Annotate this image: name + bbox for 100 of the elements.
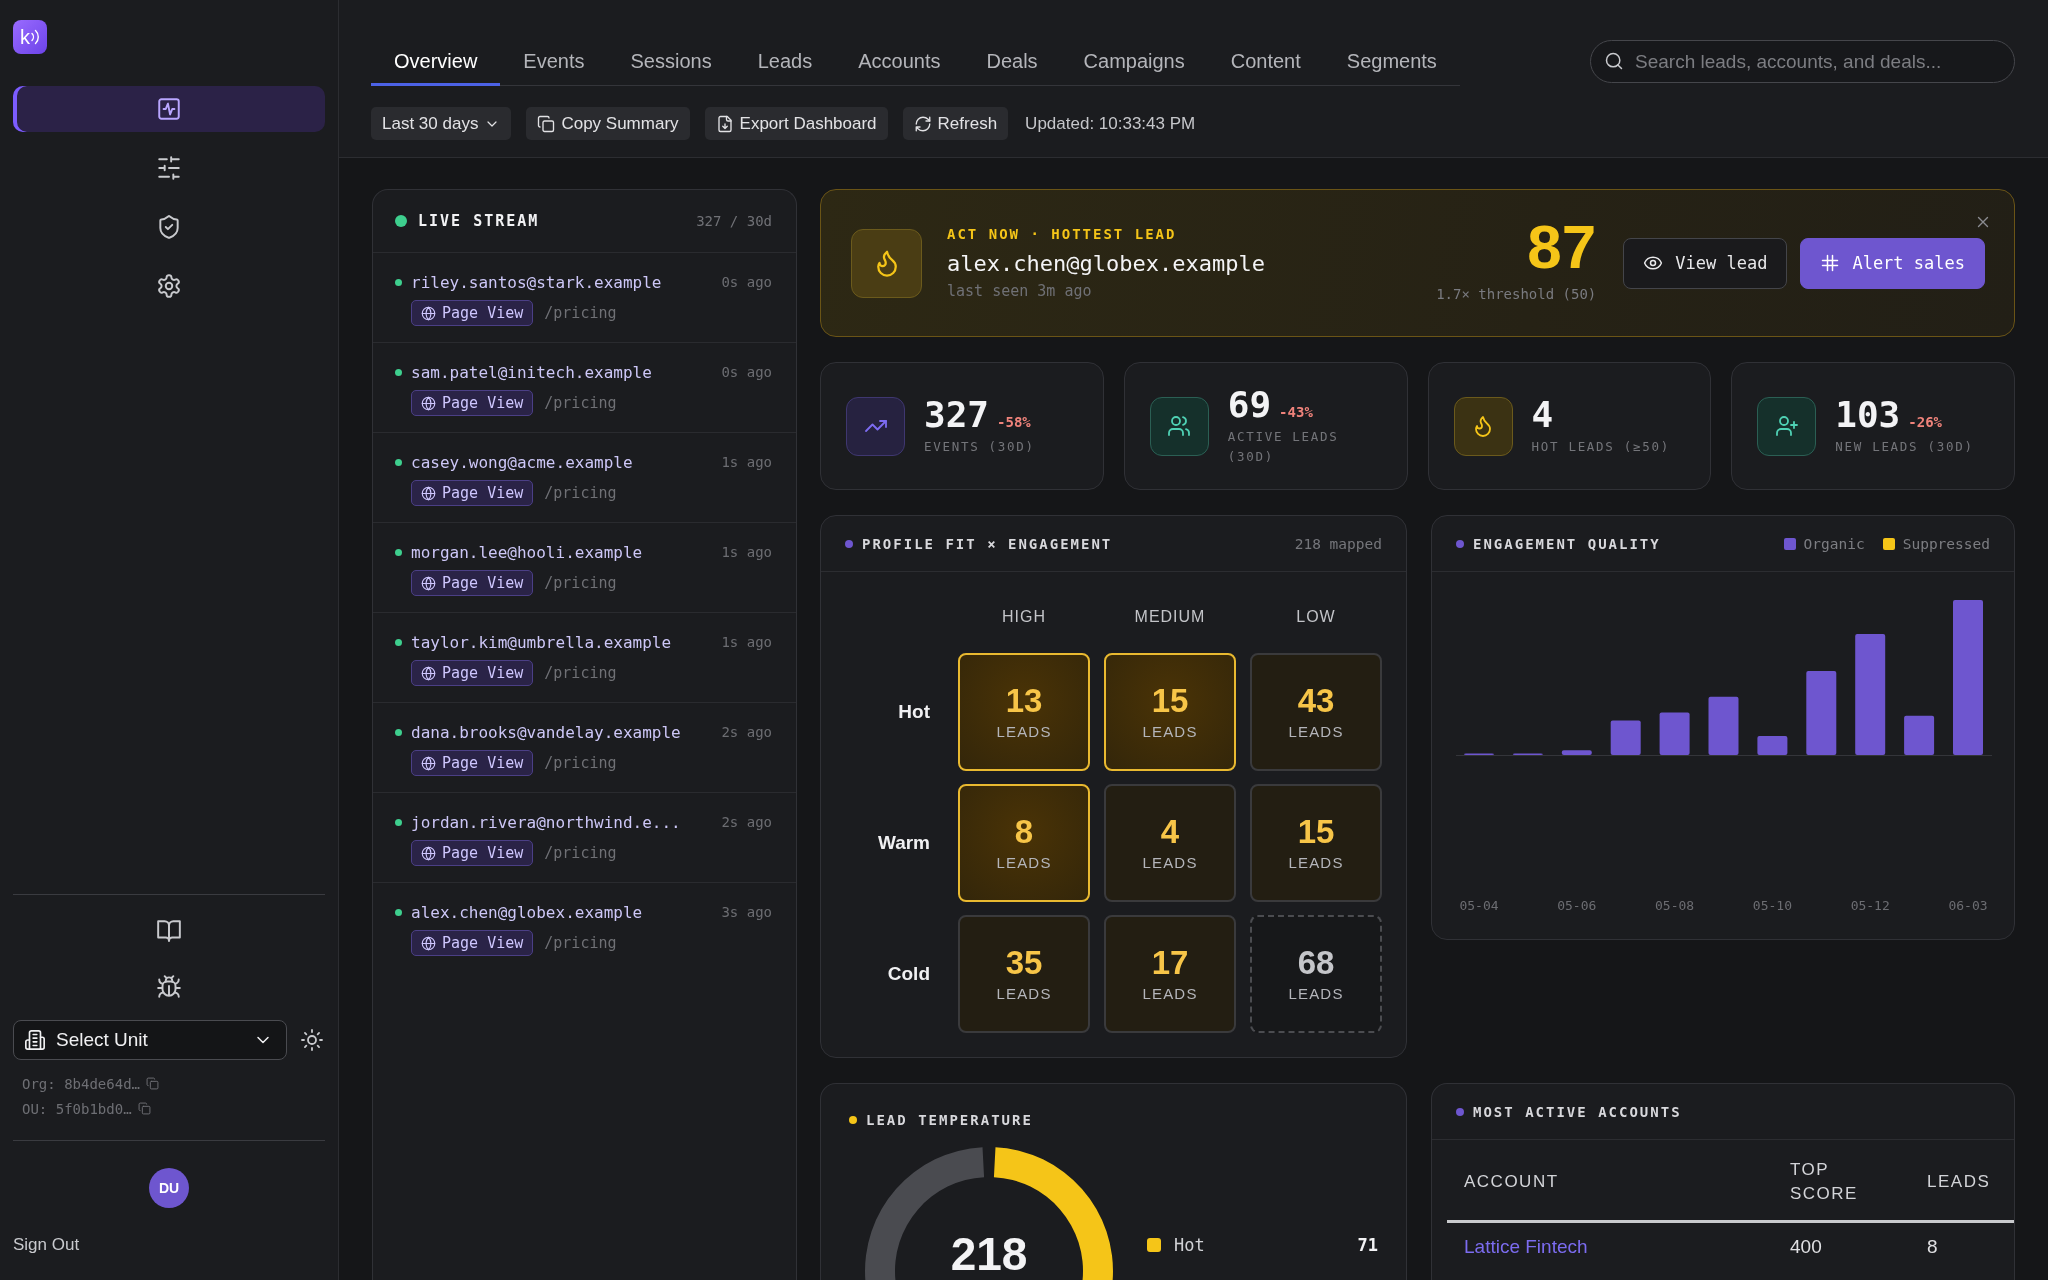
matrix-cell[interactable]: 17 LEADS: [1104, 915, 1236, 1033]
page-path: /pricing: [544, 754, 617, 772]
legend-value: 71: [1357, 1235, 1378, 1255]
matrix-cell[interactable]: 35 LEADS: [958, 915, 1090, 1033]
donut-total: 218: [950, 1231, 1028, 1277]
unit-select[interactable]: Select Unit: [13, 1020, 287, 1060]
lead-count: 13: [1005, 684, 1043, 719]
lead-unit: LEADS: [1288, 984, 1344, 1002]
lead-unit: LEADS: [996, 722, 1052, 740]
copy-icon[interactable]: [146, 1077, 159, 1090]
nav-tab[interactable]: Leads: [734, 37, 836, 86]
page-path: /pricing: [544, 664, 617, 682]
lead-unit: LEADS: [996, 853, 1052, 871]
building-icon: [24, 1029, 46, 1051]
event-email: riley.santos@stark.example: [411, 272, 662, 292]
card-title: LEAD TEMPERATURE: [866, 1112, 1033, 1128]
stat-change: -43%: [1279, 403, 1313, 420]
matrix-cell[interactable]: 15 LEADS: [1104, 653, 1236, 771]
flame-icon: [1453, 396, 1513, 456]
status-dot-icon: [395, 818, 402, 826]
bug-icon[interactable]: [156, 974, 182, 1000]
nav-tab[interactable]: Campaigns: [1060, 37, 1208, 86]
logo-letter: k: [20, 27, 30, 47]
event-type-text: Page View: [442, 574, 524, 592]
date-range-dropdown[interactable]: Last 30 days: [371, 107, 512, 140]
matrix-cell[interactable]: 13 LEADS: [958, 653, 1090, 771]
add-user-icon: [1757, 396, 1817, 456]
page-path: /pricing: [544, 574, 617, 592]
matrix-cell[interactable]: 8 LEADS: [958, 784, 1090, 902]
account-link[interactable]: Lattice Fintech: [1464, 1236, 1588, 1257]
column-header: LOW: [1296, 607, 1336, 627]
view-lead-button[interactable]: View lead: [1623, 237, 1788, 289]
globe-icon: [421, 935, 436, 951]
live-status-icon: [395, 215, 407, 227]
legend-label: Hot: [1174, 1235, 1205, 1255]
page-path: /pricing: [544, 394, 617, 412]
search-field[interactable]: Search leads, accounts, and deals...: [1590, 40, 2015, 83]
matrix-cell[interactable]: 4 LEADS: [1104, 784, 1236, 902]
activity-icon: [156, 96, 182, 122]
sign-out-link[interactable]: Sign Out: [13, 1235, 80, 1255]
axis-label: 05-06: [1557, 898, 1597, 913]
card-title: ENGAGEMENT QUALITY: [1473, 535, 1661, 552]
lead-count: 17: [1151, 946, 1189, 981]
matrix-cell[interactable]: 43 LEADS: [1250, 653, 1382, 771]
alert-sales-button[interactable]: Alert sales: [1800, 237, 1985, 289]
event-email: casey.wong@acme.example: [411, 452, 633, 472]
event-type-text: Page View: [442, 754, 524, 772]
copy-icon[interactable]: [137, 1102, 151, 1115]
column-header: HIGH: [1002, 607, 1046, 627]
matrix-cell[interactable]: 15 LEADS: [1250, 784, 1382, 902]
chart-bar: [1708, 696, 1739, 755]
copy-summary-button[interactable]: Copy Summary: [526, 107, 690, 140]
nav-tab[interactable]: Events: [500, 37, 608, 86]
nav-tab[interactable]: Content: [1207, 37, 1324, 86]
status-dot-icon: [395, 548, 402, 556]
event-type-text: Page View: [442, 484, 524, 502]
page-path: /pricing: [544, 484, 617, 502]
lead-score: 87: [1527, 216, 1597, 278]
status-dot-icon: [395, 368, 402, 376]
column-header: MEDIUM: [1134, 607, 1206, 627]
globe-icon: [421, 755, 436, 771]
nav-tab[interactable]: Sessions: [607, 37, 735, 86]
stat-label: HOT LEADS (≥50): [1531, 438, 1670, 457]
lead-unit: LEADS: [1142, 853, 1198, 871]
lead-unit: LEADS: [996, 984, 1052, 1002]
lead-count: 68: [1297, 946, 1335, 981]
table-cell: 400: [1790, 1236, 1822, 1257]
export-dashboard-button[interactable]: Export Dashboard: [704, 107, 888, 140]
nav-tab[interactable]: Segments: [1323, 37, 1460, 86]
threshold-text: 1.7× threshold (50): [1436, 286, 1597, 302]
column-header: ACCOUNT: [1464, 1171, 1560, 1193]
lead-unit: LEADS: [1142, 984, 1198, 1002]
globe-icon: [421, 845, 436, 861]
refresh-button[interactable]: Refresh: [902, 107, 1009, 140]
matrix-cell[interactable]: 68 LEADS: [1250, 915, 1382, 1033]
settings-icon: [156, 273, 182, 299]
axis-label: 05-08: [1655, 898, 1695, 913]
sidebar-nav-item[interactable]: [13, 86, 325, 132]
column-header: TOP SCORE: [1790, 1159, 1859, 1205]
panel-title: LIVE STREAM: [418, 212, 540, 230]
nav-tab[interactable]: Overview: [371, 37, 501, 86]
status-dot-icon: [395, 908, 402, 916]
status-dot-icon: [395, 638, 402, 646]
shield-check-icon: [156, 214, 182, 240]
axis-label: 05-04: [1459, 898, 1499, 913]
globe-icon: [421, 305, 436, 321]
chart-bar: [1659, 712, 1690, 755]
stat-change: -58%: [997, 413, 1031, 430]
lead-count: 15: [1297, 815, 1335, 850]
hash-icon: [1820, 253, 1841, 273]
sun-icon[interactable]: [300, 1028, 324, 1052]
copy-icon: [537, 114, 556, 133]
id-text: Org: 8b4de64d…: [22, 1075, 140, 1092]
nav-tab[interactable]: Accounts: [835, 37, 964, 86]
nav-tab[interactable]: Deals: [963, 37, 1061, 86]
globe-icon: [421, 665, 436, 681]
section-dot-icon: [849, 1116, 857, 1124]
book-icon[interactable]: [156, 918, 182, 944]
globe-icon: [421, 575, 436, 591]
row-label: Hot: [898, 701, 930, 723]
